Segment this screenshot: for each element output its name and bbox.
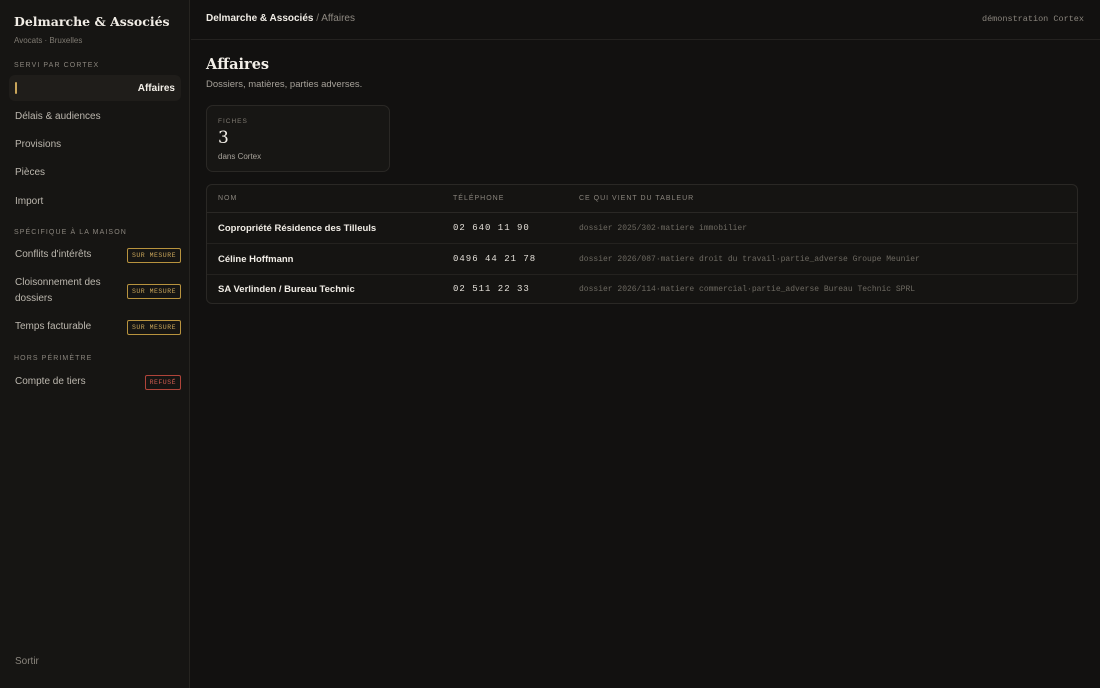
column-header-telephone[interactable]: TÉLÉPHONE <box>453 195 504 202</box>
stat-label: FICHES <box>218 118 248 125</box>
sidebar-item-delais-audiences[interactable]: Délais & audiences <box>9 103 181 129</box>
sidebar-item-temps-facturable[interactable]: Temps facturable SUR MESURE <box>9 318 181 336</box>
sidebar-item-compte-de-tiers[interactable]: Compte de tiers REFUSÉ <box>9 373 181 391</box>
section-out-label: HORS PÉRIMÈTRE <box>14 355 93 362</box>
page-title: Affaires <box>206 56 270 73</box>
row-phone: 02 640 11 90 <box>453 223 530 233</box>
sidebar-item-import[interactable]: Import <box>9 188 181 214</box>
sidebar-item-pieces[interactable]: Pièces <box>9 159 181 185</box>
section-served-label: SERVI PAR CORTEX <box>14 62 100 69</box>
sidebar-item-label: Cloisonnement des dossiers <box>15 277 101 304</box>
affaires-table: NOM TÉLÉPHONE CE QUI VIENT DU TABLEUR Co… <box>206 184 1078 304</box>
column-header-tableur[interactable]: CE QUI VIENT DU TABLEUR <box>579 195 694 202</box>
table-row[interactable]: SA Verlinden / Bureau Technic 02 511 22 … <box>207 274 1077 303</box>
sidebar-item-label: Délais & audiences <box>15 110 101 122</box>
sidebar-item-conflits[interactable]: Conflits d'intérêts SUR MESURE <box>9 246 181 264</box>
sidebar-item-cloisonnement[interactable]: Cloisonnement des dossiers SUR MESURE <box>9 275 181 307</box>
sidebar-item-label: Conflits d'intérêts <box>15 249 92 260</box>
sidebar-item-provisions[interactable]: Provisions <box>9 131 181 157</box>
section-specific-label: SPÉCIFIQUE À LA MAISON <box>14 229 127 236</box>
table-header: NOM TÉLÉPHONE CE QUI VIENT DU TABLEUR <box>207 185 1077 213</box>
stat-card: FICHES 3 dans Cortex <box>206 105 390 172</box>
sidebar-item-affaires[interactable]: Affaires <box>9 75 181 101</box>
topbar: Delmarche & Associés / Affaires démonstr… <box>191 0 1100 40</box>
page-subtitle: Dossiers, matières, parties adverses. <box>206 79 363 90</box>
sidebar-item-label: Import <box>15 195 44 207</box>
row-sheet-data: dossier 2025/302·matiere immobilier <box>579 224 748 233</box>
brand-subtitle: Avocats · Bruxelles <box>14 36 83 45</box>
custom-badge: SUR MESURE <box>126 283 181 299</box>
row-phone: 0496 44 21 78 <box>453 254 537 264</box>
row-name: Copropriété Résidence des Tilleuls <box>218 223 377 234</box>
custom-badge: SUR MESURE <box>126 247 181 263</box>
row-name: Céline Hoffmann <box>218 254 294 265</box>
sidebar-item-label: Compte de tiers <box>15 376 86 387</box>
breadcrumb: Delmarche & Associés / Affaires <box>206 13 355 24</box>
logout-link[interactable]: Sortir <box>15 656 39 667</box>
active-marker <box>15 82 17 94</box>
row-phone: 02 511 22 33 <box>453 284 530 294</box>
sidebar-item-label: Pièces <box>15 166 46 178</box>
row-sheet-data: dossier 2026/114·matiere commercial·part… <box>579 285 916 294</box>
breadcrumb-root[interactable]: Delmarche & Associés <box>206 13 313 24</box>
sidebar-item-label: Affaires <box>137 82 175 94</box>
table-row[interactable]: Céline Hoffmann 0496 44 21 78 dossier 20… <box>207 244 1077 275</box>
column-header-nom[interactable]: NOM <box>218 195 237 202</box>
breadcrumb-current: Affaires <box>321 13 355 24</box>
row-sheet-data: dossier 2026/087·matiere droit du travai… <box>579 255 920 264</box>
demo-label: démonstration Cortex <box>981 14 1084 24</box>
sidebar-item-label: Provisions <box>15 138 62 150</box>
custom-badge: SUR MESURE <box>126 319 181 335</box>
refused-badge: REFUSÉ <box>144 374 181 390</box>
stat-value: 3 <box>218 128 229 148</box>
row-name: SA Verlinden / Bureau Technic <box>218 284 355 295</box>
brand-name: Delmarche & Associés <box>14 14 170 29</box>
sidebar-item-label: Temps facturable <box>15 321 92 332</box>
stat-caption: dans Cortex <box>218 152 262 161</box>
table-row[interactable]: Copropriété Résidence des Tilleuls 02 64… <box>207 213 1077 244</box>
sidebar: Delmarche & Associés Avocats · Bruxelles… <box>0 0 190 688</box>
